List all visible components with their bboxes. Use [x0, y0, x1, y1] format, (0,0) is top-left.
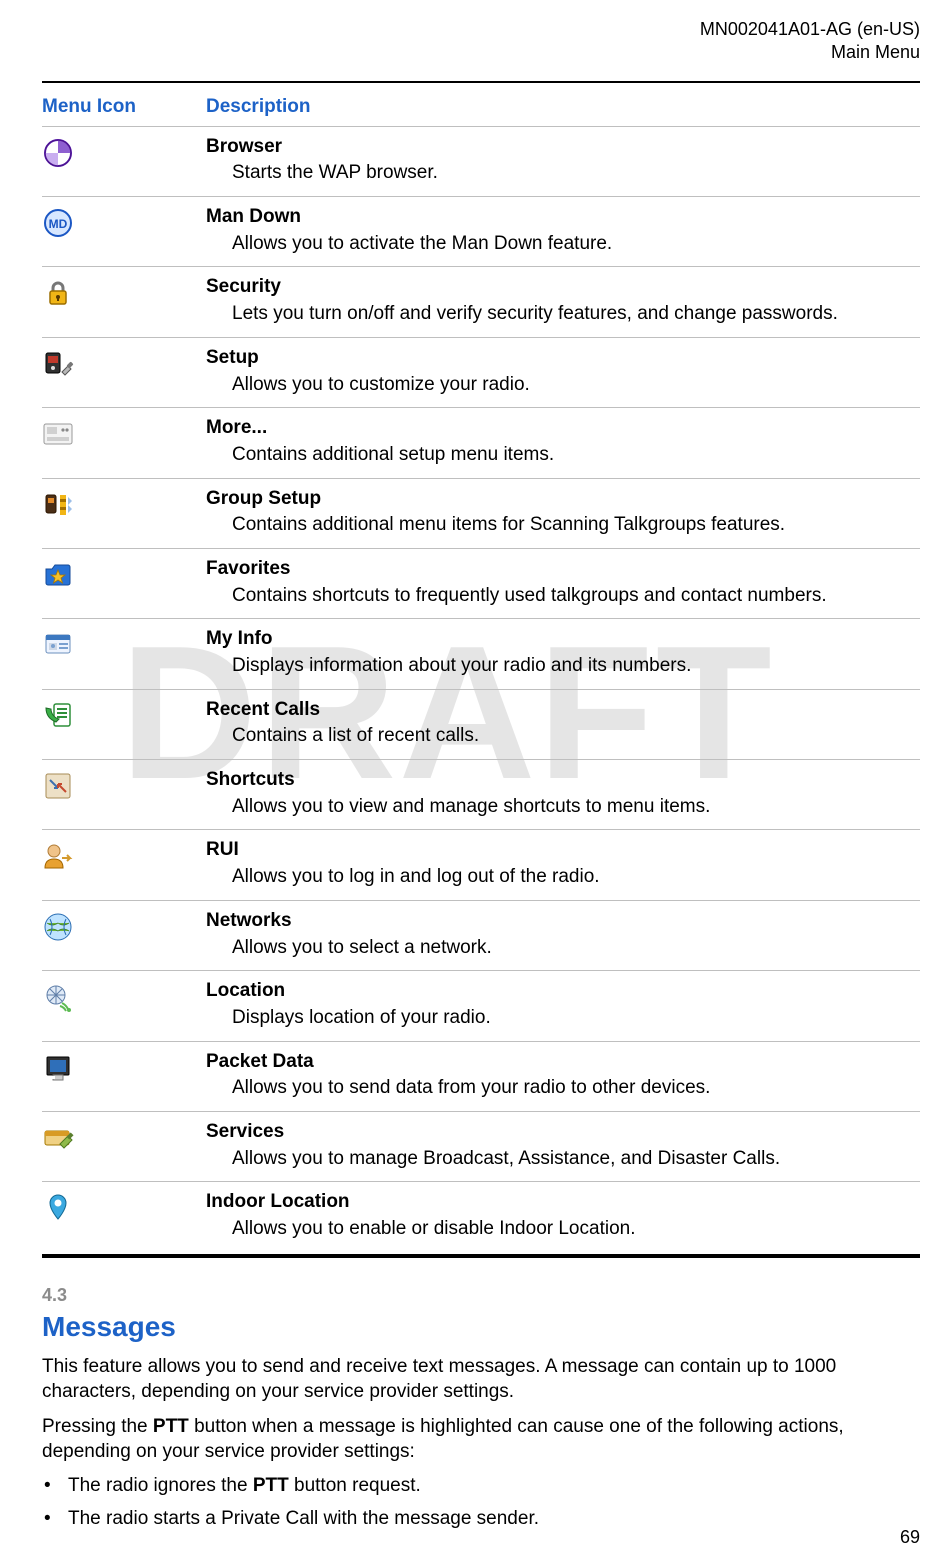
table-row: MD Man Down Allows you to activate the M…: [42, 197, 920, 267]
table-row: Shortcuts Allows you to view and manage …: [42, 760, 920, 830]
svg-text:MD: MD: [49, 217, 68, 231]
table-row: Group Setup Contains additional menu ite…: [42, 478, 920, 548]
table-row: Setup Allows you to customize your radio…: [42, 337, 920, 407]
menu-title: Setup: [206, 346, 916, 371]
top-rule: [42, 81, 920, 83]
menu-desc: Allows you to activate the Man Down feat…: [232, 232, 916, 257]
table-header-icon: Menu Icon: [42, 89, 206, 126]
document-header: MN002041A01-AG (en-US) Main Menu: [42, 18, 920, 63]
man-down-icon: MD: [42, 207, 74, 239]
table-row: Location Displays location of your radio…: [42, 971, 920, 1041]
recent-calls-icon: [42, 700, 74, 732]
menu-desc: Displays information about your radio an…: [232, 654, 916, 679]
location-icon: [42, 981, 74, 1013]
table-row: Packet Data Allows you to send data from…: [42, 1041, 920, 1111]
table-row: Indoor Location Allows you to enable or …: [42, 1182, 920, 1252]
table-row: More... Contains additional setup menu i…: [42, 408, 920, 478]
menu-icon-table: Menu Icon Description Brow: [42, 89, 920, 1252]
menu-desc: Allows you to send data from your radio …: [232, 1076, 916, 1101]
menu-title: Networks: [206, 909, 916, 934]
menu-desc: Contains a list of recent calls.: [232, 724, 916, 749]
menu-desc: Allows you to customize your radio.: [232, 373, 916, 398]
menu-desc: Allows you to log in and log out of the …: [232, 865, 916, 890]
menu-title: Security: [206, 275, 916, 300]
rui-icon: [42, 840, 74, 872]
menu-desc: Allows you to select a network.: [232, 936, 916, 961]
menu-title: Browser: [206, 135, 916, 160]
menu-title: Recent Calls: [206, 698, 916, 723]
packet-data-icon: [42, 1052, 74, 1084]
services-icon: [42, 1122, 74, 1154]
menu-desc: Starts the WAP browser.: [232, 161, 916, 186]
menu-desc: Allows you to manage Broadcast, Assistan…: [232, 1147, 916, 1172]
table-row: Favorites Contains shortcuts to frequent…: [42, 548, 920, 618]
my-info-icon: [42, 629, 74, 661]
doc-section: Main Menu: [831, 42, 920, 62]
table-row: RUI Allows you to log in and log out of …: [42, 830, 920, 900]
menu-desc: Allows you to view and manage shortcuts …: [232, 795, 916, 820]
table-header-description: Description: [206, 89, 920, 126]
section-number: 4.3: [42, 1284, 920, 1307]
menu-title: Favorites: [206, 557, 916, 582]
menu-title: Services: [206, 1120, 916, 1145]
menu-title: Man Down: [206, 205, 916, 230]
shortcuts-icon: [42, 770, 74, 802]
menu-title: Location: [206, 979, 916, 1004]
menu-title: Indoor Location: [206, 1190, 916, 1215]
menu-title: Group Setup: [206, 487, 916, 512]
doc-id: MN002041A01-AG (en-US): [700, 19, 920, 39]
text: The radio ignores the: [68, 1475, 253, 1496]
table-end-rule: [42, 1254, 920, 1258]
security-icon: [42, 277, 74, 309]
menu-title: More...: [206, 416, 916, 441]
table-row: Browser Starts the WAP browser.: [42, 126, 920, 196]
ptt-bold: PTT: [253, 1475, 289, 1496]
table-row: Networks Allows you to select a network.: [42, 900, 920, 970]
bullet-list: The radio ignores the PTT button request…: [42, 1474, 920, 1531]
section-paragraph: Pressing the PTT button when a message i…: [42, 1415, 920, 1464]
table-row: Security Lets you turn on/off and verify…: [42, 267, 920, 337]
networks-icon: [42, 911, 74, 943]
menu-desc: Lets you turn on/off and verify security…: [232, 302, 916, 327]
menu-title: RUI: [206, 838, 916, 863]
section-paragraph: This feature allows you to send and rece…: [42, 1355, 920, 1404]
menu-desc: Contains additional setup menu items.: [232, 443, 916, 468]
menu-title: Shortcuts: [206, 768, 916, 793]
table-row: My Info Displays information about your …: [42, 619, 920, 689]
table-row: Services Allows you to manage Broadcast,…: [42, 1111, 920, 1181]
text: button request.: [289, 1475, 421, 1496]
table-row: Recent Calls Contains a list of recent c…: [42, 689, 920, 759]
more-icon: [42, 418, 74, 450]
menu-desc: Displays location of your radio.: [232, 1006, 916, 1031]
menu-desc: Contains additional menu items for Scann…: [232, 513, 916, 538]
group-setup-icon: [42, 489, 74, 521]
browser-icon: [42, 137, 74, 169]
menu-desc: Contains shortcuts to frequently used ta…: [232, 584, 916, 609]
text: Pressing the: [42, 1416, 153, 1437]
list-item: The radio ignores the PTT button request…: [42, 1474, 920, 1499]
setup-icon: [42, 348, 74, 380]
section-title: Messages: [42, 1309, 920, 1345]
menu-title: Packet Data: [206, 1050, 916, 1075]
menu-title: My Info: [206, 627, 916, 652]
menu-desc: Allows you to enable or disable Indoor L…: [232, 1217, 916, 1242]
ptt-bold: PTT: [153, 1416, 189, 1437]
indoor-location-icon: [42, 1192, 74, 1224]
favorites-icon: [42, 559, 74, 591]
